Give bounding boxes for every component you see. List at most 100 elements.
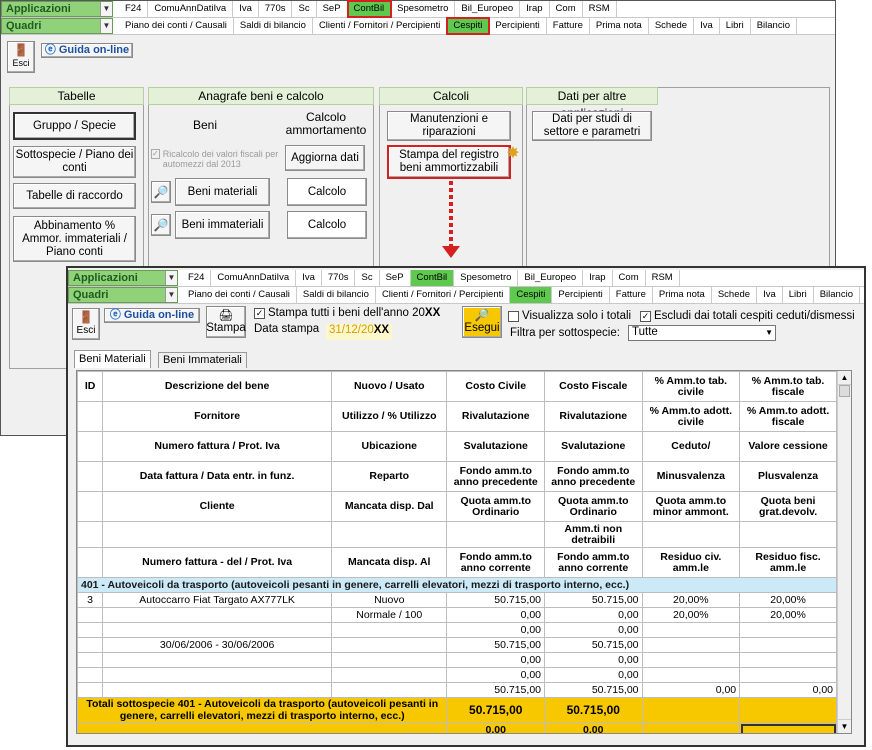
menu-item-spesometro[interactable]: Spesometro xyxy=(454,270,519,286)
table-row[interactable]: 0,00 0,00 xyxy=(77,667,837,683)
menu-item-com[interactable]: Com xyxy=(550,1,583,17)
menu-item-fatture[interactable]: Fatture xyxy=(610,287,653,303)
tabelle-raccordo-button[interactable]: Tabelle di raccordo xyxy=(13,183,136,209)
menu-item-sc[interactable]: Sc xyxy=(292,1,317,17)
menu-item-irap[interactable]: Irap xyxy=(583,270,613,286)
top-menubar-2: Quadri ▼ Piano dei conti / Causali Saldi d… xyxy=(1,17,835,35)
data-stampa-input[interactable]: 31/12/20XX xyxy=(326,324,392,340)
menu-item-schede[interactable]: Schede xyxy=(649,18,695,34)
menu-item-clienti-fornitori-percipienti[interactable]: Clienti / Fornitori / Percipienti xyxy=(313,18,448,34)
menu-item-iva[interactable]: Iva xyxy=(694,18,720,34)
visualizza-totali-checkbox[interactable]: Visualizza solo i totali xyxy=(508,310,631,322)
esegui-button[interactable]: 🔎 Esegui xyxy=(462,306,502,338)
menu-item-libri[interactable]: Libri xyxy=(783,287,814,303)
stampa-tutti-checkbox[interactable]: ✓ Stampa tutti i beni dell'anno 20 XX xyxy=(254,307,440,319)
menu-item-iva[interactable]: Iva xyxy=(757,287,783,303)
menu-item-cespiti[interactable]: Cespiti xyxy=(510,287,553,303)
stampa-button[interactable]: 🖨 Stampa xyxy=(206,306,246,338)
chevron-down-icon[interactable]: ▼ xyxy=(765,328,773,337)
beni-materiali-button[interactable]: Beni materiali xyxy=(175,178,270,206)
quadri-combo[interactable]: Quadri ▼ xyxy=(1,18,113,34)
table-cell: 0,00 xyxy=(446,622,545,638)
menu-item-saldi-di-bilancio[interactable]: Saldi di bilancio xyxy=(234,18,313,34)
menu-item-contbil[interactable]: ContBil xyxy=(346,0,393,18)
menu-item-comuanndatiiva[interactable]: ComuAnnDatiIva xyxy=(148,1,234,17)
menu-item-percipienti[interactable]: Percipienti xyxy=(552,287,610,303)
guida-button[interactable]: ⓔ Guida on-line xyxy=(104,308,200,323)
beni-immateriali-button[interactable]: Beni immateriali xyxy=(175,211,270,239)
search-beni-immateriali-button[interactable]: 🔎 xyxy=(151,214,171,236)
menu-item-comuanndatiiva[interactable]: ComuAnnDatiIva xyxy=(211,270,297,286)
stampa-registro-button[interactable]: Stampa del registro beni ammortizzabili xyxy=(387,145,511,179)
visualizza-totali-label: Visualizza solo i totali xyxy=(522,310,632,322)
search-icon: 🔎 xyxy=(153,217,169,232)
menu-item-bilancio[interactable]: Bilancio xyxy=(814,287,860,303)
menu-item-schede[interactable]: Schede xyxy=(712,287,758,303)
menu-item-irap[interactable]: Irap xyxy=(520,1,550,17)
aggiorna-dati-button[interactable]: Aggiorna dati xyxy=(285,145,365,171)
header-cell: Ubicazione xyxy=(331,431,448,462)
menu-item-rsm[interactable]: RSM xyxy=(646,270,680,286)
table-row[interactable]: Normale / 100 0,00 0,00 20,00% 20,00% xyxy=(77,607,837,623)
menu-item-prima-nota[interactable]: Prima nota xyxy=(653,287,712,303)
table-row[interactable]: 30/06/2006 - 30/06/2006 50.715,00 50.715,0… xyxy=(77,637,837,653)
menu-item-percipienti[interactable]: Percipienti xyxy=(489,18,547,34)
menu-item-prima-nota[interactable]: Prima nota xyxy=(590,18,649,34)
menu-item-sc[interactable]: Sc xyxy=(355,270,380,286)
calcolo-materiali-button[interactable]: Calcolo xyxy=(287,178,367,206)
menu-item-cespiti[interactable]: Cespiti xyxy=(446,17,491,35)
menu-item-sep[interactable]: SeP xyxy=(380,270,411,286)
menu-item-iva[interactable]: Iva xyxy=(296,270,322,286)
calcolo-immateriali-button[interactable]: Calcolo xyxy=(287,211,367,239)
menu-item-iva[interactable]: Iva xyxy=(233,1,259,17)
abbinamento-button[interactable]: Abbinamento % Ammor. immateriali / Piano… xyxy=(13,216,136,262)
esci-button[interactable]: 🚪 Esci xyxy=(7,41,35,73)
menu-item-sep[interactable]: SeP xyxy=(317,1,348,17)
chevron-down-icon[interactable]: ▼ xyxy=(100,19,112,33)
chevron-down-icon[interactable]: ▼ xyxy=(165,271,177,285)
applicazioni-combo[interactable]: Applicazioni ▼ xyxy=(68,270,178,286)
chevron-down-icon[interactable]: ▼ xyxy=(100,2,112,16)
menu-item-com[interactable]: Com xyxy=(613,270,646,286)
menu-item-rsm[interactable]: RSM xyxy=(583,1,617,17)
menu-item-piano-dei-conti-causali[interactable]: Piano dei conti / Causali xyxy=(182,287,297,303)
sottospecie-button[interactable]: Sottospecie / Piano dei conti xyxy=(13,146,136,178)
menu-item-spesometro[interactable]: Spesometro xyxy=(391,1,456,17)
manutenzioni-button[interactable]: Manutenzioni e riparazioni xyxy=(387,111,511,141)
search-beni-materiali-button[interactable]: 🔎 xyxy=(151,181,171,203)
menu-item-bil-europeo[interactable]: Bil_Europeo xyxy=(518,270,584,286)
escludi-checkbox[interactable]: ✓ Escludi dai totali cespiti ceduti/dism… xyxy=(640,310,855,322)
menu-item-f24[interactable]: F24 xyxy=(182,270,212,286)
table-row[interactable]: 0,00 0,00 xyxy=(77,622,837,638)
table-cell: 3 xyxy=(77,592,104,608)
menu-item-piano-dei-conti-causali[interactable]: Piano dei conti / Causali xyxy=(119,18,234,34)
menu-item-saldi-di-bilancio[interactable]: Saldi di bilancio xyxy=(297,287,376,303)
tab-beni-immateriali[interactable]: Beni Immateriali xyxy=(158,352,247,368)
menu-item-libri[interactable]: Libri xyxy=(720,18,751,34)
guida-button[interactable]: ⓔ Guida on-line xyxy=(41,43,133,58)
menu-item-bil-europeo[interactable]: Bil_Europeo xyxy=(455,1,521,17)
vertical-scrollbar[interactable]: ▲ ▼ xyxy=(837,371,851,733)
applicazioni-combo[interactable]: Applicazioni ▼ xyxy=(1,1,113,17)
menu-item-contbil[interactable]: ContBil xyxy=(410,270,455,286)
menu-item-clienti-fornitori-percipienti[interactable]: Clienti / Fornitori / Percipienti xyxy=(376,287,511,303)
tab-beni-materiali[interactable]: Beni Materiali xyxy=(74,350,151,368)
filtra-select[interactable]: Tutte ▼ xyxy=(628,325,776,341)
quadri-combo[interactable]: Quadri ▼ xyxy=(68,287,178,303)
scroll-thumb[interactable] xyxy=(839,385,850,397)
scroll-down-arrow[interactable]: ▼ xyxy=(838,719,851,733)
menu-item-770s[interactable]: 770s xyxy=(322,270,356,286)
menu-item-770s[interactable]: 770s xyxy=(259,1,293,17)
menu-item-bilancio[interactable]: Bilancio xyxy=(751,18,797,34)
menu-item-f24[interactable]: F24 xyxy=(119,1,149,17)
chevron-down-icon[interactable]: ▼ xyxy=(165,288,177,302)
menu-item-fatture[interactable]: Fatture xyxy=(547,18,590,34)
dati-studi-button[interactable]: Dati per studi di settore e parametri xyxy=(532,111,652,141)
table-row[interactable]: 50.715,00 50.715,00 0,00 0,00 xyxy=(77,682,837,698)
selected-cell[interactable] xyxy=(739,722,837,733)
gruppo-specie-button[interactable]: Gruppo / Specie xyxy=(13,112,136,140)
esci-button[interactable]: 🚪 Esci xyxy=(72,308,100,340)
table-row[interactable]: 3 Autoccarro Fiat Targato AX777LK Nuovo 50.… xyxy=(77,592,837,608)
scroll-up-arrow[interactable]: ▲ xyxy=(838,371,851,385)
table-row[interactable]: 0,00 0,00 xyxy=(77,652,837,668)
